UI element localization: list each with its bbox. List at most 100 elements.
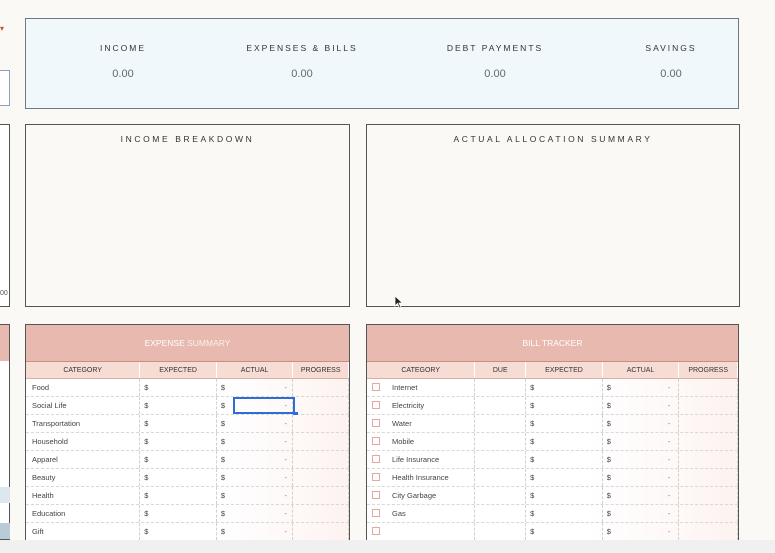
actual-value-cell[interactable]: - [233, 469, 295, 486]
due-cell[interactable] [475, 415, 527, 432]
progress-cell[interactable] [293, 397, 349, 414]
actual-cell[interactable]: $ - [603, 505, 680, 522]
category-cell[interactable]: Household [26, 433, 141, 450]
left-table-cell-highlight-dark[interactable] [0, 523, 10, 539]
progress-cell[interactable] [293, 433, 349, 450]
expected-cell[interactable]: $ [140, 523, 217, 540]
bottom-scroll-bar[interactable] [0, 540, 775, 553]
due-cell[interactable] [475, 469, 527, 486]
actual-value-cell[interactable]: - [233, 379, 295, 396]
actual-cell[interactable]: $ - [603, 487, 680, 504]
actual-cell[interactable]: $ - [603, 397, 680, 414]
category-label[interactable]: Internet [392, 379, 417, 396]
category-cell[interactable]: Food [26, 379, 141, 396]
paid-checkbox[interactable] [372, 419, 380, 427]
expected-cell[interactable]: $ [140, 397, 217, 414]
income-breakdown-chart[interactable]: INCOME BREAKDOWN [25, 124, 350, 307]
actual-value-cell[interactable]: - [233, 397, 298, 417]
progress-cell[interactable] [293, 505, 349, 522]
allocation-summary-chart[interactable]: ACTUAL ALLOCATION SUMMARY [366, 124, 740, 307]
debt-value[interactable]: 0.00 [420, 68, 570, 80]
progress-cell[interactable] [679, 523, 738, 540]
expected-cell[interactable]: $ [526, 451, 603, 468]
expenses-value[interactable]: 0.00 [227, 68, 377, 80]
category-cell[interactable]: Education [26, 505, 141, 522]
due-cell[interactable] [475, 451, 527, 468]
expected-cell[interactable]: $ [526, 505, 603, 522]
expected-cell[interactable]: $ [526, 487, 603, 504]
actual-value-cell[interactable]: - [233, 523, 295, 540]
category-cell[interactable]: Health [26, 487, 141, 504]
expected-cell[interactable]: $ [140, 451, 217, 468]
progress-cell[interactable] [679, 469, 738, 486]
progress-cell[interactable] [293, 487, 349, 504]
expected-cell[interactable]: $ [140, 469, 217, 486]
actual-cell[interactable]: $ - [603, 433, 680, 450]
category-label[interactable]: Gas [392, 505, 406, 522]
paid-checkbox[interactable] [372, 401, 380, 409]
progress-cell[interactable] [679, 487, 738, 504]
expected-cell[interactable]: $ [526, 523, 603, 540]
actual-cell[interactable]: $ - [603, 451, 680, 468]
actual-value-cell[interactable]: - [233, 487, 295, 504]
progress-cell[interactable] [293, 451, 349, 468]
left-input-box[interactable] [0, 70, 10, 106]
progress-cell[interactable] [293, 379, 349, 396]
due-cell[interactable] [475, 433, 527, 450]
actual-value-cell[interactable]: - [233, 505, 295, 522]
actual-value-cell[interactable]: - [233, 451, 295, 468]
actual-cell[interactable]: $ - [603, 415, 680, 432]
paid-checkbox[interactable] [372, 491, 380, 499]
category-label[interactable]: Electricity [392, 397, 424, 414]
expected-cell[interactable]: $ [140, 433, 217, 450]
paid-checkbox[interactable] [372, 527, 380, 535]
progress-cell[interactable] [679, 397, 738, 414]
category-label[interactable]: Mobile [392, 433, 414, 450]
progress-cell[interactable] [679, 433, 738, 450]
progress-cell[interactable] [293, 415, 349, 432]
paid-checkbox[interactable] [372, 437, 380, 445]
expected-cell[interactable]: $ [526, 379, 603, 396]
category-label[interactable]: City Garbage [392, 487, 436, 504]
category-label[interactable]: Water [392, 415, 412, 432]
expected-cell[interactable]: $ [140, 505, 217, 522]
category-cell[interactable]: Gift [26, 523, 141, 540]
actual-cell[interactable]: $ - [603, 469, 680, 486]
expected-cell[interactable]: $ [526, 415, 603, 432]
category-cell[interactable]: Beauty [26, 469, 141, 486]
expected-cell[interactable]: $ [526, 397, 603, 414]
progress-cell[interactable] [679, 451, 738, 468]
expected-cell[interactable]: $ [526, 433, 603, 450]
progress-cell[interactable] [293, 469, 349, 486]
category-label[interactable]: Life Insurance [392, 451, 439, 468]
actual-cell[interactable]: $ - [603, 523, 680, 540]
category-cell[interactable]: Social Life [26, 397, 141, 414]
paid-checkbox[interactable] [372, 473, 380, 481]
dropdown-arrow-icon[interactable]: ▾ [0, 24, 4, 33]
due-cell[interactable] [475, 505, 527, 522]
paid-checkbox[interactable] [372, 455, 380, 463]
progress-cell[interactable] [679, 379, 738, 396]
expected-cell[interactable]: $ [140, 379, 217, 396]
due-cell[interactable] [475, 523, 527, 540]
category-cell[interactable]: Apparel [26, 451, 141, 468]
category-cell[interactable]: Transportation [26, 415, 141, 432]
actual-value-cell[interactable]: - [233, 433, 295, 450]
paid-checkbox[interactable] [372, 509, 380, 517]
left-table-cell-highlight[interactable] [0, 487, 10, 503]
progress-cell[interactable] [293, 523, 349, 540]
expected-cell[interactable]: $ [526, 469, 603, 486]
expected-cell[interactable]: $ [140, 415, 217, 432]
expected-cell[interactable]: $ [140, 487, 217, 504]
actual-value-cell[interactable]: - [233, 415, 295, 432]
savings-value[interactable]: 0.00 [596, 68, 746, 80]
progress-cell[interactable] [679, 415, 738, 432]
progress-cell[interactable] [679, 505, 738, 522]
due-cell[interactable] [475, 379, 527, 396]
due-cell[interactable] [475, 487, 527, 504]
actual-cell[interactable]: $ - [603, 379, 680, 396]
category-label[interactable]: Health Insurance [392, 469, 449, 486]
due-cell[interactable] [475, 397, 527, 414]
income-value[interactable]: 0.00 [48, 68, 198, 80]
paid-checkbox[interactable] [372, 383, 380, 391]
